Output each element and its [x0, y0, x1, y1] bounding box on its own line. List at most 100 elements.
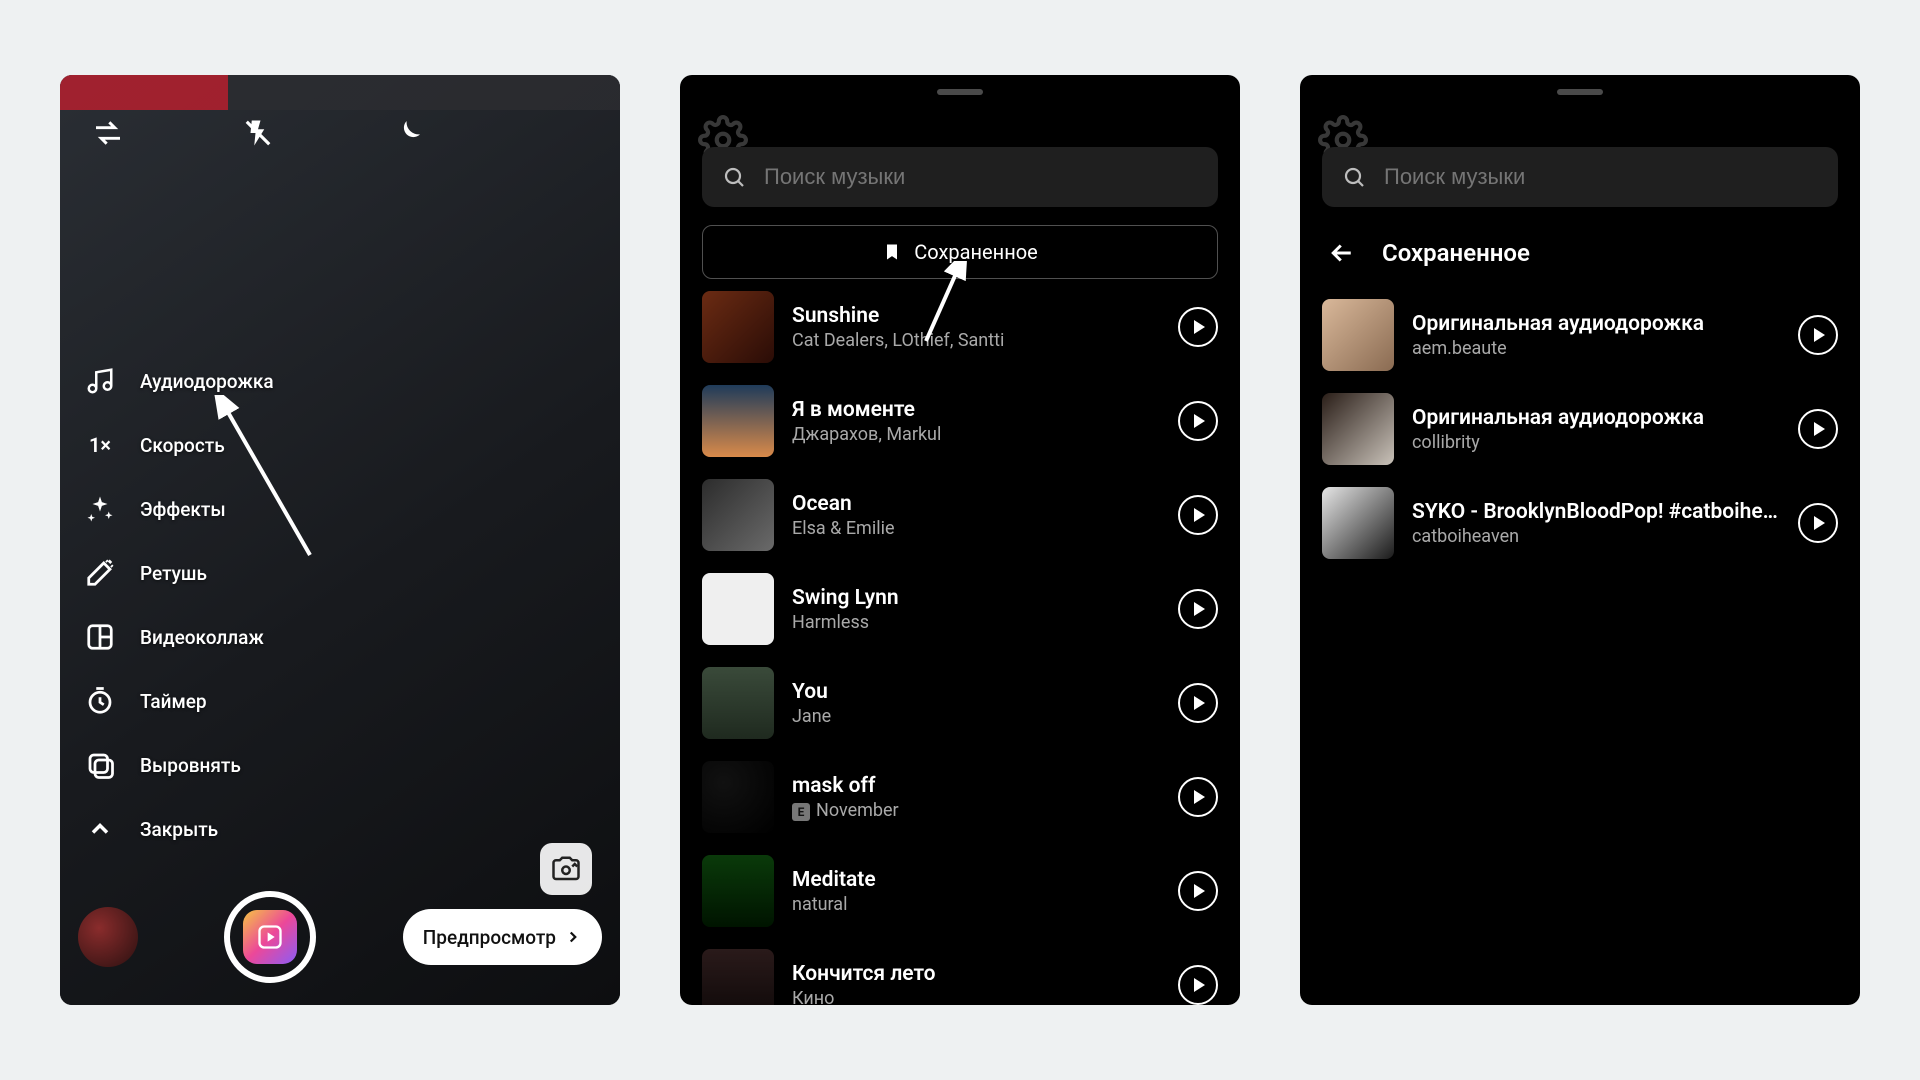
- sidebar-item-wand[interactable]: Ретушь: [84, 557, 274, 589]
- sidebar-item-label: Выровнять: [140, 754, 241, 777]
- track-title: mask off: [792, 774, 1160, 798]
- track-meta: YouJane: [792, 680, 1160, 727]
- track-meta: Оригинальная аудиодорожкаcollibrity: [1412, 406, 1780, 453]
- track-row[interactable]: SunshineCat Dealers, LOthief, Santti: [702, 291, 1218, 363]
- sidebar-item-align[interactable]: Выровнять: [84, 749, 274, 781]
- play-icon: [1194, 414, 1205, 428]
- saved-label: Сохраненное: [914, 240, 1037, 264]
- play-icon: [1194, 884, 1205, 898]
- panel-camera: Аудиодорожка 1× Скорость Эффекты Ретушь Видео…: [60, 75, 620, 1005]
- sidebar-item-timer[interactable]: Таймер: [84, 685, 274, 717]
- speed-icon: 1×: [84, 429, 116, 461]
- swap-icon[interactable]: [88, 113, 128, 153]
- panel-saved-music: Сохраненное Оригинальная аудиодорожкаaem…: [1300, 75, 1860, 1005]
- gallery-thumbnail[interactable]: [78, 907, 138, 967]
- sidebar-item-collage[interactable]: Видеоколлаж: [84, 621, 274, 653]
- sidebar-item-label: Эффекты: [140, 498, 226, 521]
- sidebar-item-label: Видеоколлаж: [140, 626, 264, 649]
- sidebar-item-label: Скорость: [140, 434, 225, 457]
- track-row[interactable]: Оригинальная аудиодорожкаcollibrity: [1322, 393, 1838, 465]
- track-row[interactable]: Meditatenatural: [702, 855, 1218, 927]
- track-meta: Meditatenatural: [792, 868, 1160, 915]
- play-button[interactable]: [1178, 307, 1218, 347]
- track-artist: ENovember: [792, 800, 1160, 821]
- explicit-badge: E: [792, 803, 810, 821]
- track-artist: Harmless: [792, 612, 1160, 633]
- track-row[interactable]: SYKO - BrooklynBloodPop! #catboiheavenca…: [1322, 487, 1838, 559]
- track-row[interactable]: mask offENovember: [702, 761, 1218, 833]
- track-title: Ocean: [792, 492, 1160, 516]
- sidebar-item-sparkle[interactable]: Эффекты: [84, 493, 274, 525]
- sidebar-item-chevron-up[interactable]: Закрыть: [84, 813, 274, 845]
- top-toolbar: [60, 113, 620, 153]
- wand-icon: [84, 557, 116, 589]
- night-mode-icon[interactable]: [388, 113, 428, 153]
- music-icon: [84, 365, 116, 397]
- flash-off-icon[interactable]: [238, 113, 278, 153]
- track-title: Sunshine: [792, 304, 1160, 328]
- track-row[interactable]: OceanElsa & Emilie: [702, 479, 1218, 551]
- capture-button[interactable]: [224, 891, 316, 983]
- play-button[interactable]: [1798, 315, 1838, 355]
- track-artist: Cat Dealers, LOthief, Santti: [792, 330, 1160, 351]
- timer-icon: [84, 685, 116, 717]
- play-button[interactable]: [1798, 503, 1838, 543]
- sidebar-item-speed[interactable]: 1× Скорость: [84, 429, 274, 461]
- track-title: Кончится лето: [792, 962, 1160, 986]
- track-artist: aem.beaute: [1412, 338, 1780, 359]
- search-input[interactable]: [1384, 164, 1818, 190]
- track-row[interactable]: YouJane: [702, 667, 1218, 739]
- track-cover: [1322, 487, 1394, 559]
- track-meta: Swing LynnHarmless: [792, 586, 1160, 633]
- play-button[interactable]: [1178, 965, 1218, 1005]
- play-icon: [1194, 508, 1205, 522]
- play-button[interactable]: [1178, 683, 1218, 723]
- sidebar-item-music[interactable]: Аудиодорожка: [84, 365, 274, 397]
- track-cover: [702, 291, 774, 363]
- track-row[interactable]: Swing LynnHarmless: [702, 573, 1218, 645]
- track-artist: Jane: [792, 706, 1160, 727]
- track-title: Оригинальная аудиодорожка: [1412, 312, 1780, 336]
- saved-track-list: Оригинальная аудиодорожкаaem.beauteОриги…: [1322, 299, 1838, 1005]
- preview-button[interactable]: Предпросмотр: [403, 909, 602, 965]
- drag-handle[interactable]: [937, 89, 983, 95]
- play-icon: [1814, 516, 1825, 530]
- sidebar-item-label: Аудиодорожка: [140, 370, 274, 393]
- track-row[interactable]: Я в моментеДжарахов, Markul: [702, 385, 1218, 457]
- sidebar-item-label: Закрыть: [140, 818, 218, 841]
- play-button[interactable]: [1178, 777, 1218, 817]
- play-button[interactable]: [1178, 401, 1218, 441]
- track-artist: natural: [792, 894, 1160, 915]
- track-title: Meditate: [792, 868, 1160, 892]
- collage-icon: [84, 621, 116, 653]
- track-row[interactable]: Оригинальная аудиодорожкаaem.beaute: [1322, 299, 1838, 371]
- track-cover: [702, 667, 774, 739]
- track-artist: Джарахов, Markul: [792, 424, 1160, 445]
- camera-flip-button[interactable]: [540, 843, 592, 895]
- music-search-bar[interactable]: [1322, 147, 1838, 207]
- play-button[interactable]: [1798, 409, 1838, 449]
- track-cover: [702, 761, 774, 833]
- drag-handle[interactable]: [1557, 89, 1603, 95]
- play-icon: [1194, 978, 1205, 992]
- sidebar-tools: Аудиодорожка 1× Скорость Эффекты Ретушь Видео…: [84, 365, 274, 845]
- play-icon: [1194, 696, 1205, 710]
- search-input[interactable]: [764, 164, 1198, 190]
- saved-title: Сохраненное: [1382, 239, 1530, 267]
- track-meta: mask offENovember: [792, 774, 1160, 821]
- play-button[interactable]: [1178, 871, 1218, 911]
- track-artist: catboiheaven: [1412, 526, 1780, 547]
- play-icon: [1194, 790, 1205, 804]
- track-meta: Кончится летоКино: [792, 962, 1160, 1006]
- align-icon: [84, 749, 116, 781]
- play-button[interactable]: [1178, 495, 1218, 535]
- search-icon: [1342, 165, 1366, 189]
- track-row[interactable]: Кончится летоКино: [702, 949, 1218, 1005]
- back-button[interactable]: [1322, 233, 1362, 273]
- track-title: Swing Lynn: [792, 586, 1160, 610]
- sparkle-icon: [84, 493, 116, 525]
- saved-button[interactable]: Сохраненное: [702, 225, 1218, 279]
- track-meta: SunshineCat Dealers, LOthief, Santti: [792, 304, 1160, 351]
- music-search-bar[interactable]: [702, 147, 1218, 207]
- play-button[interactable]: [1178, 589, 1218, 629]
